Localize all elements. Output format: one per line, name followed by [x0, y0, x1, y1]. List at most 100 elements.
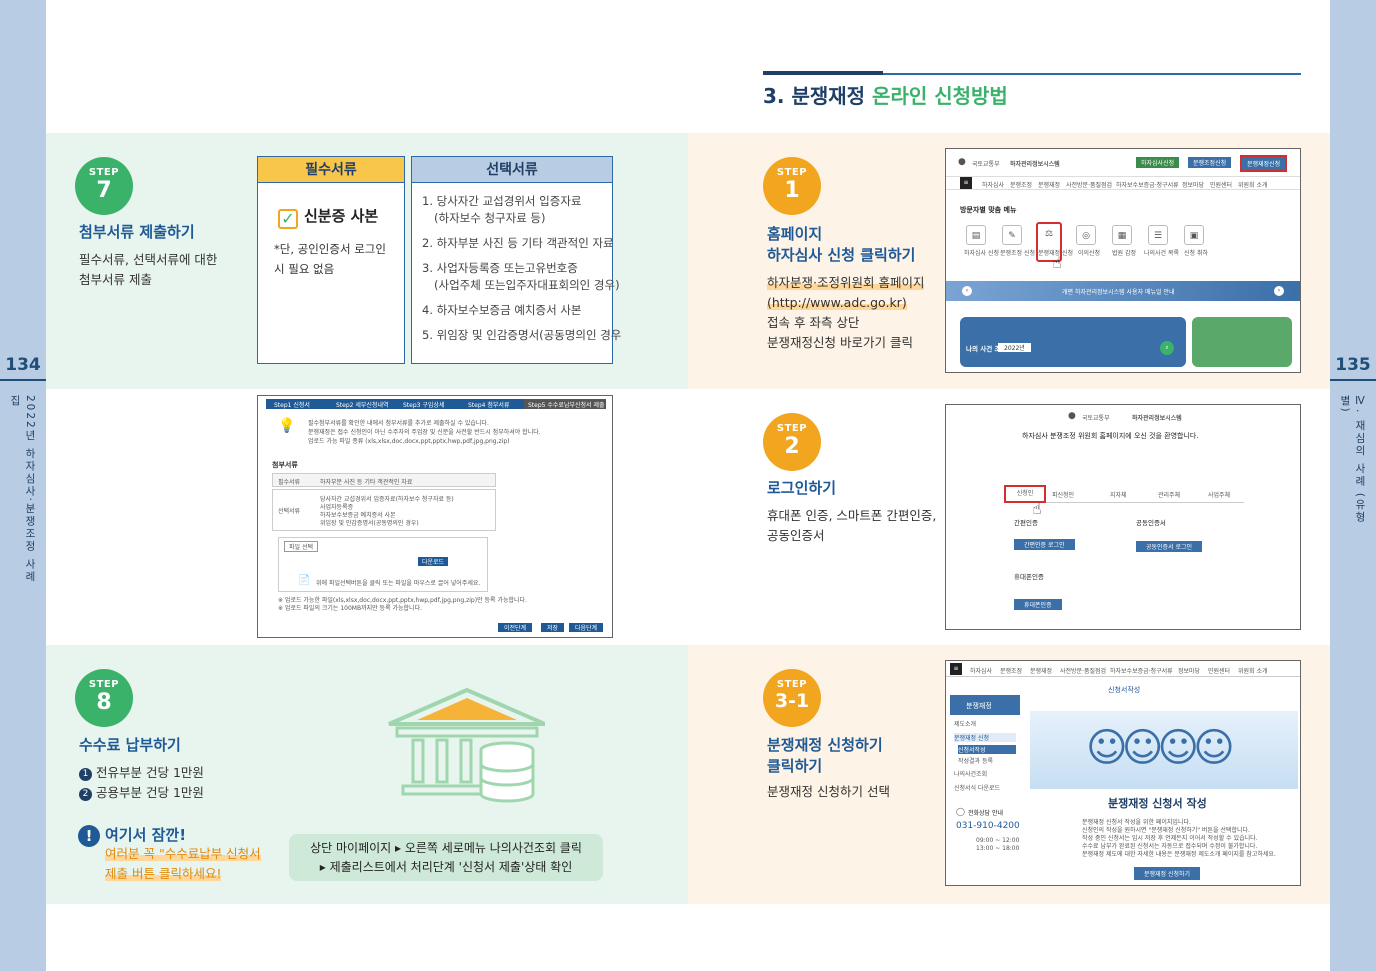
list-item: 4. 하자보수보증금 예치증서 사본	[422, 303, 582, 317]
badge-number: 7	[96, 178, 112, 203]
nav-item[interactable]: 하자보수보증금·청구서류	[1110, 666, 1173, 675]
right-rail: 135 Ⅳ. 재심의 사례 (유형별)	[1330, 0, 1376, 971]
page-number-right: 135	[1330, 355, 1376, 381]
required-docs-box: 필수서류 ✓ 신분증 사본 *단, 공인인증서 로그인 시 필요 없음	[257, 156, 405, 364]
tab-respondent[interactable]: 피신청인	[1052, 490, 1074, 499]
badge-number: 8	[96, 690, 112, 715]
step-tab: Step1 신청서	[274, 402, 310, 409]
row-value[interactable]: 하자부분 사진 등 기타 객관적인 자료	[320, 477, 412, 486]
step2-heading: 로그인하기	[767, 479, 837, 497]
step1-link[interactable]: 하자분쟁·조정위원회 홈페이지 (http://www.adc.go.kr)	[767, 273, 925, 313]
badge-number: 1	[784, 178, 800, 203]
file-select-button[interactable]: 파일 선택	[284, 541, 318, 552]
list-item: 5. 위임장 및 인감증명서(공동명의인 경우	[422, 328, 622, 342]
org-name: 국토교통부	[972, 161, 1000, 168]
badge-number: 3-1	[774, 690, 810, 712]
section-title-prefix: 3. 분쟁재정	[763, 84, 866, 108]
nav-item[interactable]: 민원센터	[1208, 666, 1230, 675]
nav-item[interactable]: 분쟁조정	[1010, 180, 1032, 189]
shortcut-label: 나의사건 목록	[1144, 250, 1180, 257]
hajasimsa-apply-button[interactable]: 하자심사신청	[1136, 157, 1180, 168]
list-item: 3. 사업자등록증 또는고유번호증 (사업주체 또는입주자대표회의인 경우)	[422, 261, 620, 292]
nav-item[interactable]: 하자심사	[970, 666, 992, 675]
cert-login-button[interactable]: 공동인증서 로그인	[1136, 541, 1203, 552]
menu-icon[interactable]: ≡	[960, 177, 972, 189]
form-section-title: 첨부서류	[272, 461, 298, 469]
attachments-form-screenshot: Step1 신청서 Step2 세부신청내역 Step3 구입상세 Step4 …	[257, 395, 613, 638]
optional-docs-header: 선택서류	[412, 157, 612, 183]
nav-item[interactable]: 사전방문·품질점검	[1066, 180, 1112, 189]
nav-item[interactable]: 민원센터	[1210, 180, 1232, 189]
list-icon[interactable]: ☰	[1148, 225, 1168, 245]
optional-docs-box: 선택서류 1. 당사자간 교섭경위서 입증자료 (하자보수 청구자료 등) 2. …	[411, 156, 621, 364]
next-step-button[interactable]: 다음단계	[569, 623, 604, 632]
sidebar-item[interactable]: 제도소개	[954, 719, 976, 728]
search-icon[interactable]: ⌕	[1160, 341, 1174, 355]
prev-arrow-icon[interactable]: ‹	[962, 286, 972, 296]
nav-item[interactable]: 분쟁조정	[1000, 666, 1022, 675]
gov-emblem-icon: ●	[1068, 411, 1076, 421]
edit-icon[interactable]: ✎	[1002, 225, 1022, 245]
page-title: 신청서작성	[1108, 686, 1141, 694]
save-button[interactable]: 저장	[541, 623, 565, 632]
cursor-hand-icon: ☝	[1032, 499, 1042, 518]
document-icon[interactable]: ▤	[966, 225, 986, 245]
nav-item[interactable]: 정보마당	[1182, 180, 1204, 189]
nav-item[interactable]: 분쟁재정	[1030, 666, 1052, 675]
simple-auth-login-button[interactable]: 간편인증 로그인	[1014, 539, 1075, 550]
tip-line: 상단 마이페이지 ▸ 오른쪽 세로메뉴 나의사건조회 클릭	[310, 841, 582, 855]
note-line: 분쟁재정은 접수 신청인이 아닌 수주자의 주업장 및 신분을 사전할 반드시 …	[308, 429, 541, 436]
step-tab: Step4 첨부서류	[468, 402, 510, 409]
menu-icon[interactable]: ≡	[950, 663, 962, 675]
page-number-left: 134	[0, 355, 46, 381]
document-icon: 📄	[298, 575, 311, 586]
tab-management[interactable]: 관리주체	[1158, 490, 1180, 499]
nav-item[interactable]: 분쟁재정	[1038, 180, 1060, 189]
phone-auth-title: 휴대폰인증	[1014, 573, 1044, 581]
badge-label: STEP	[88, 679, 120, 690]
list-item: 2 공용부분 건당 1만원	[79, 783, 204, 803]
link-line: (http://www.adc.go.kr)	[767, 295, 907, 310]
step-tab: Step2 세부신청내역	[336, 402, 389, 409]
sidebar-item[interactable]: 신청서식 다운로드	[954, 783, 1000, 792]
nav-item[interactable]: 위원회 소개	[1238, 666, 1268, 675]
shortcut-label: 분쟁조정 신청	[1000, 250, 1036, 257]
step7-badge: STEP 7	[75, 157, 133, 215]
heading-line: 클릭하기	[767, 757, 823, 775]
nav-item[interactable]: 위원회 소개	[1238, 180, 1268, 189]
step1-badge: STEP 1	[763, 157, 821, 215]
radio-option[interactable]: 위임장 및 인감증명서(공동명의인 경우)	[320, 518, 419, 527]
sidebar-item[interactable]: 나의사건조회	[954, 769, 987, 778]
nav-item[interactable]: 사전방문·품질점검	[1060, 666, 1106, 675]
phone-auth-button[interactable]: 휴대폰인증	[1014, 599, 1062, 610]
banner-text[interactable]: 개편 하자관리정보시스템 사용자 매뉴얼 안내	[1062, 287, 1175, 296]
download-button[interactable]: 다운로드	[418, 557, 449, 566]
row-label: 필수서류	[278, 479, 301, 486]
step1-body: 접속 후 좌측 상단 분쟁재정신청 바로가기 클릭	[767, 313, 913, 353]
nav-item[interactable]: 정보마당	[1178, 666, 1200, 675]
sidebar-subitem-active[interactable]: 신청서작성	[958, 745, 1016, 754]
nav-item[interactable]: 하자심사	[982, 180, 1004, 189]
tab-business[interactable]: 사업주체	[1208, 490, 1230, 499]
tab-municipality[interactable]: 지자체	[1110, 490, 1127, 499]
badge-label: STEP	[776, 423, 808, 434]
sidebar-subitem[interactable]: 작성결과 등록	[958, 756, 993, 765]
optional-docs-list: 1. 당사자간 교섭경위서 입증자료 (하자보수 청구자료 등) 2. 하자부분 …	[422, 193, 621, 352]
next-arrow-icon[interactable]: ›	[1274, 286, 1284, 296]
sidebar-item-active[interactable]: 분쟁재정 신청	[954, 733, 1016, 742]
body-line: 접속 후 좌측 상단	[767, 315, 860, 330]
objection-icon[interactable]: ◎	[1076, 225, 1096, 245]
mediation-apply-button[interactable]: 분쟁조정신청	[1188, 157, 1232, 168]
nav-item[interactable]: 하자보수보증금·청구서류	[1116, 180, 1179, 189]
prev-step-button[interactable]: 이전단계	[498, 623, 533, 632]
hours-line: 13:00 ~ 18:00	[976, 845, 1020, 852]
heading-line: 분쟁재정 신청하기	[767, 736, 883, 754]
arbitration-apply-button[interactable]: 분쟁재정신청	[1240, 155, 1288, 172]
arbitration-apply-button[interactable]: 분쟁재정 신청하기	[1134, 867, 1201, 880]
court-icon[interactable]: ▦	[1112, 225, 1132, 245]
exclamation-icon: !	[78, 825, 100, 847]
step7-body: 필수서류, 선택서류에 대한 첨부서류 제출	[79, 250, 217, 290]
year-select[interactable]: 2022년	[998, 343, 1031, 352]
step8-list: 1 전유부분 건당 1만원 2 공용부분 건당 1만원	[79, 763, 204, 803]
cancel-icon[interactable]: ▣	[1184, 225, 1204, 245]
